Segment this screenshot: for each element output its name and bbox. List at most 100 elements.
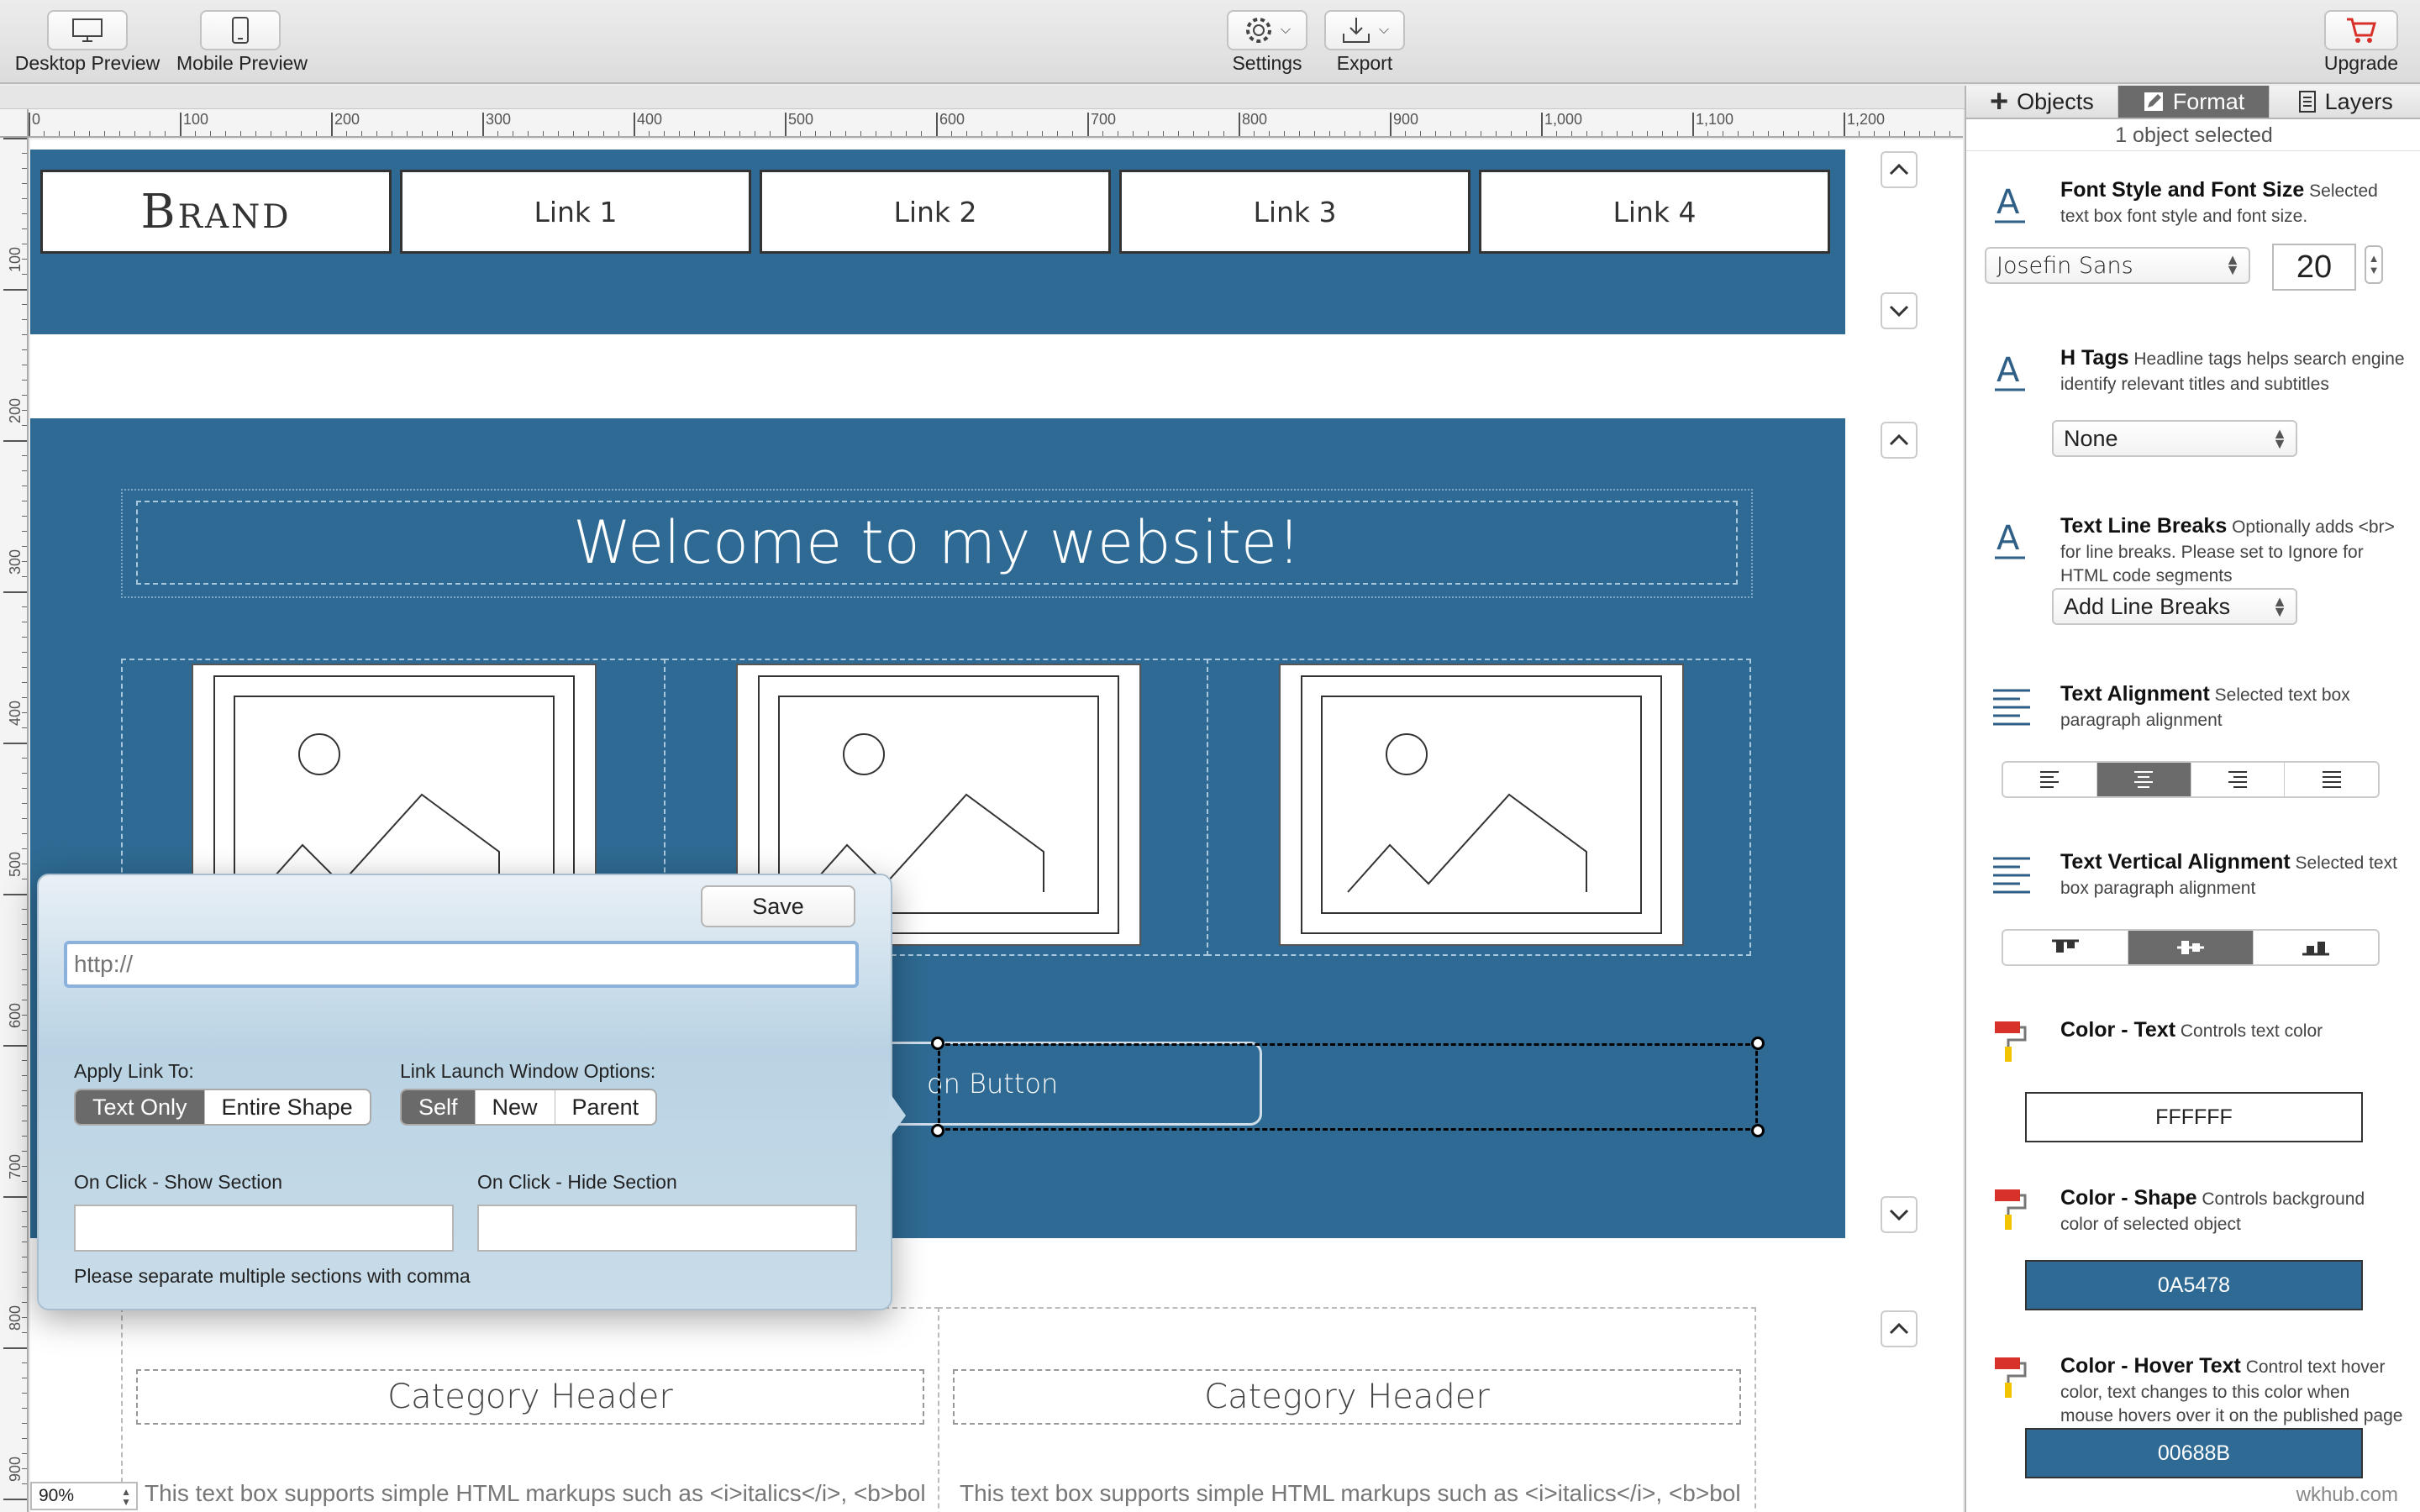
hover-color-swatch[interactable]: 00688B — [2025, 1428, 2363, 1478]
category-header-2[interactable]: Category Header — [953, 1369, 1741, 1425]
window-parent-option[interactable]: Parent — [555, 1090, 656, 1124]
align-justify-option[interactable] — [2285, 763, 2378, 796]
htags-select[interactable]: None ▲ ▼ — [2052, 420, 2297, 457]
image-placeholder-3[interactable] — [1279, 664, 1684, 946]
resize-handle[interactable] — [1751, 1124, 1765, 1137]
align-center-option[interactable] — [2096, 763, 2191, 796]
move-section-up-button[interactable] — [1881, 422, 1918, 459]
toolbar: Desktop Preview Mobile Preview ⌵ Setting… — [0, 0, 2420, 84]
ruler-label: 700 — [1091, 111, 1117, 128]
body-text-1[interactable]: This text box supports simple HTML marku… — [145, 1480, 926, 1507]
nav-link-3[interactable]: Link 3 — [1119, 170, 1470, 254]
selection-outline — [938, 1043, 1758, 1131]
tab-format[interactable]: Format — [2118, 86, 2270, 118]
valign-middle-option[interactable] — [2128, 931, 2254, 964]
color-text-section-title: Color - Text Controls text color — [2060, 1018, 2323, 1042]
vertical-align-icon — [1993, 857, 2030, 894]
watermark: wkhub.com — [2296, 1483, 2398, 1506]
desktop-preview-label: Desktop Preview — [14, 52, 160, 74]
svg-text:A: A — [1996, 519, 2020, 558]
url-input[interactable] — [64, 941, 859, 988]
valign-middle-icon — [2177, 941, 2204, 954]
ruler-label: 100 — [183, 111, 209, 128]
window-self-option[interactable]: Self — [402, 1090, 476, 1124]
resize-handle[interactable] — [931, 1037, 944, 1050]
welcome-title[interactable]: Welcome to my website! — [136, 501, 1738, 585]
settings-button[interactable]: ⌵ — [1227, 10, 1307, 50]
header-section[interactable]: Brand Link 1 Link 2 Link 3 Link 4 — [30, 150, 1845, 334]
ruler-label: 300 — [486, 111, 512, 128]
tab-layers[interactable]: Layers — [2270, 86, 2420, 118]
select-arrows-icon: ▲ ▼ — [121, 1486, 131, 1508]
align-right-icon — [2228, 771, 2247, 788]
chevron-down-icon — [1889, 1209, 1909, 1221]
hide-section-label: On Click - Hide Section — [477, 1171, 677, 1193]
format-sidebar: + Objects Format Layers 1 object selecte… — [1965, 86, 2420, 1512]
desktop-preview-button[interactable] — [47, 10, 128, 50]
tab-objects-label: Objects — [2017, 88, 2094, 114]
save-button[interactable]: Save — [701, 885, 855, 927]
mobile-preview-label: Mobile Preview — [176, 52, 308, 74]
chevron-up-icon — [1889, 1322, 1909, 1335]
ruler-label: 1,200 — [1847, 111, 1886, 128]
nav-link-1[interactable]: Link 1 — [400, 170, 751, 254]
ruler-guide-strip — [0, 86, 1966, 109]
font-size-stepper[interactable]: ▲ ▼ — [2365, 245, 2383, 284]
vertical-align-segmented — [2002, 929, 2380, 966]
apply-entire-shape-option[interactable]: Entire Shape — [205, 1090, 370, 1124]
nav-link-4[interactable]: Link 4 — [1479, 170, 1830, 254]
move-section-up-button[interactable] — [1881, 151, 1918, 188]
htags-icon: A — [1995, 351, 2025, 391]
select-arrows-icon: ▲ ▼ — [2272, 425, 2287, 452]
align-right-option[interactable] — [2191, 763, 2286, 796]
align-left-option[interactable] — [2003, 763, 2097, 796]
pencil-icon — [2144, 92, 2163, 111]
apply-text-only-option[interactable]: Text Only — [76, 1090, 205, 1124]
mobile-preview-button[interactable] — [200, 10, 281, 50]
ruler-label: 100 — [7, 246, 24, 272]
align-left-icon — [2040, 771, 2060, 788]
ruler-label: 500 — [788, 111, 814, 128]
font-size-input[interactable]: 20 — [2272, 244, 2356, 291]
separator-note: Please separate multiple sections with c… — [74, 1265, 471, 1287]
selection-status: 1 object selected — [1966, 121, 2420, 151]
window-options-segmented: Self New Parent — [400, 1089, 658, 1126]
ruler-label: 400 — [7, 700, 24, 726]
move-section-up-button[interactable] — [1881, 1310, 1918, 1347]
show-section-input[interactable] — [74, 1205, 454, 1252]
valign-top-option[interactable] — [2003, 931, 2128, 964]
tab-layers-label: Layers — [2324, 88, 2393, 114]
line-breaks-select[interactable]: Add Line Breaks ▲ ▼ — [2052, 588, 2297, 625]
window-new-option[interactable]: New — [476, 1090, 555, 1124]
vertical-ruler: 100 200 300 400 500 600 700 800 900 — [0, 138, 29, 1512]
text-color-swatch[interactable]: FFFFFF — [2025, 1092, 2363, 1142]
ruler-ticks — [29, 109, 1963, 136]
move-section-down-button[interactable] — [1881, 292, 1918, 329]
hide-section-input[interactable] — [477, 1205, 857, 1252]
mobile-icon — [232, 17, 249, 44]
align-center-icon — [2134, 771, 2154, 788]
brand-box[interactable]: Brand — [40, 170, 392, 254]
resize-handle[interactable] — [1751, 1037, 1765, 1050]
upgrade-button[interactable] — [2324, 10, 2398, 50]
ruler-label: 500 — [7, 851, 24, 877]
window-options-label: Link Launch Window Options: — [400, 1060, 656, 1082]
text-align-segmented — [2002, 761, 2380, 798]
font-icon: A — [1995, 183, 2025, 223]
align-justify-icon — [2322, 771, 2341, 788]
font-family-select[interactable]: Josefin Sans ▲ ▼ — [1985, 247, 2250, 284]
paint-roller-icon — [1995, 1021, 2027, 1062]
export-button[interactable]: ⌵ — [1324, 10, 1405, 50]
move-section-down-button[interactable] — [1881, 1196, 1918, 1233]
color-hover-section-title: Color - Hover Text Control text hover co… — [2060, 1354, 2403, 1426]
body-text-2[interactable]: This text box supports simple HTML marku… — [960, 1480, 1741, 1507]
shape-color-swatch[interactable]: 0A5478 — [2025, 1260, 2363, 1310]
resize-handle[interactable] — [931, 1124, 944, 1137]
category-header-1[interactable]: Category Header — [136, 1369, 924, 1425]
chevron-up-icon — [1889, 433, 1909, 446]
nav-link-2[interactable]: Link 2 — [760, 170, 1111, 254]
tab-objects[interactable]: + Objects — [1966, 86, 2118, 118]
cart-icon — [2347, 18, 2376, 43]
valign-bottom-option[interactable] — [2254, 931, 2378, 964]
zoom-select[interactable]: 90% ▲ ▼ — [30, 1482, 138, 1510]
